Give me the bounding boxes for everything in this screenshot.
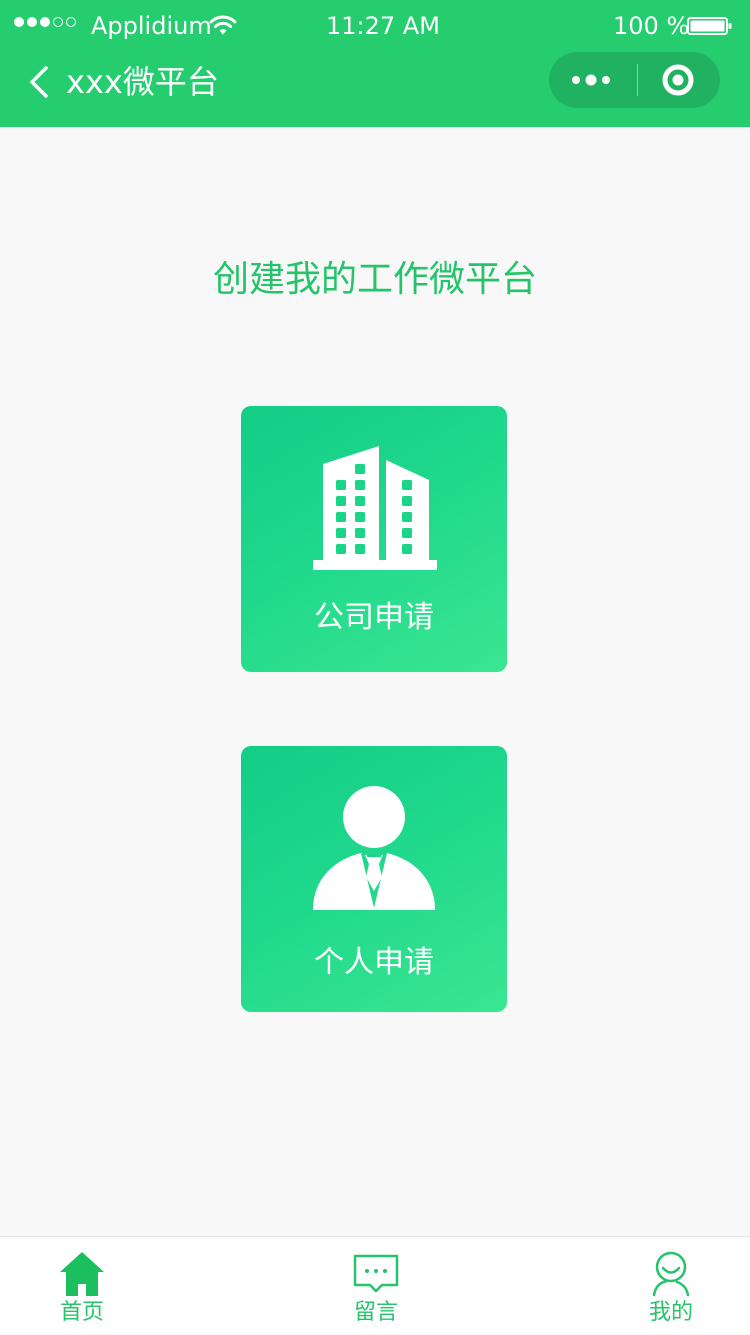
status-bar: Applidium 11:27 AM 100 % [0,0,750,52]
tab-profile-label: 我的 [648,1300,693,1325]
wifi-icon [209,15,237,35]
company-application-button[interactable]: 公司申请 [241,406,507,672]
carrier-name: Applidium [91,12,212,40]
status-time: 11:27 AM [326,12,440,40]
capsule-divider [637,64,638,96]
battery-icon [687,17,732,35]
user-icon [652,1251,690,1297]
signal-strength-icon [14,17,76,27]
home-icon [60,1252,104,1296]
tab-profile[interactable]: 我的 [596,1237,746,1335]
back-arrow-icon[interactable] [22,62,58,102]
battery-percentage: 100 % [613,12,690,40]
tab-messages-label: 留言 [353,1300,398,1325]
mini-program-capsule [549,52,720,108]
close-target-icon[interactable] [639,52,720,108]
company-application-label: 公司申请 [314,600,434,635]
page-heading: 创建我的工作微平台 [212,259,537,300]
tab-home[interactable]: 首页 [7,1237,157,1335]
tab-messages[interactable]: 留言 [301,1237,451,1335]
tab-home-label: 首页 [59,1300,104,1325]
personal-application-label: 个人申请 [314,945,434,980]
message-icon [353,1254,399,1293]
tab-bar: 首页 留言 我的 [0,1236,750,1334]
header: Applidium 11:27 AM 100 % xxx微平台 [0,0,750,127]
personal-application-button[interactable]: 个人申请 [241,746,507,1012]
nav-title[interactable]: xxx微平台 [66,61,219,103]
more-dots-icon[interactable] [549,52,634,108]
navigation-bar: xxx微平台 [0,52,750,127]
